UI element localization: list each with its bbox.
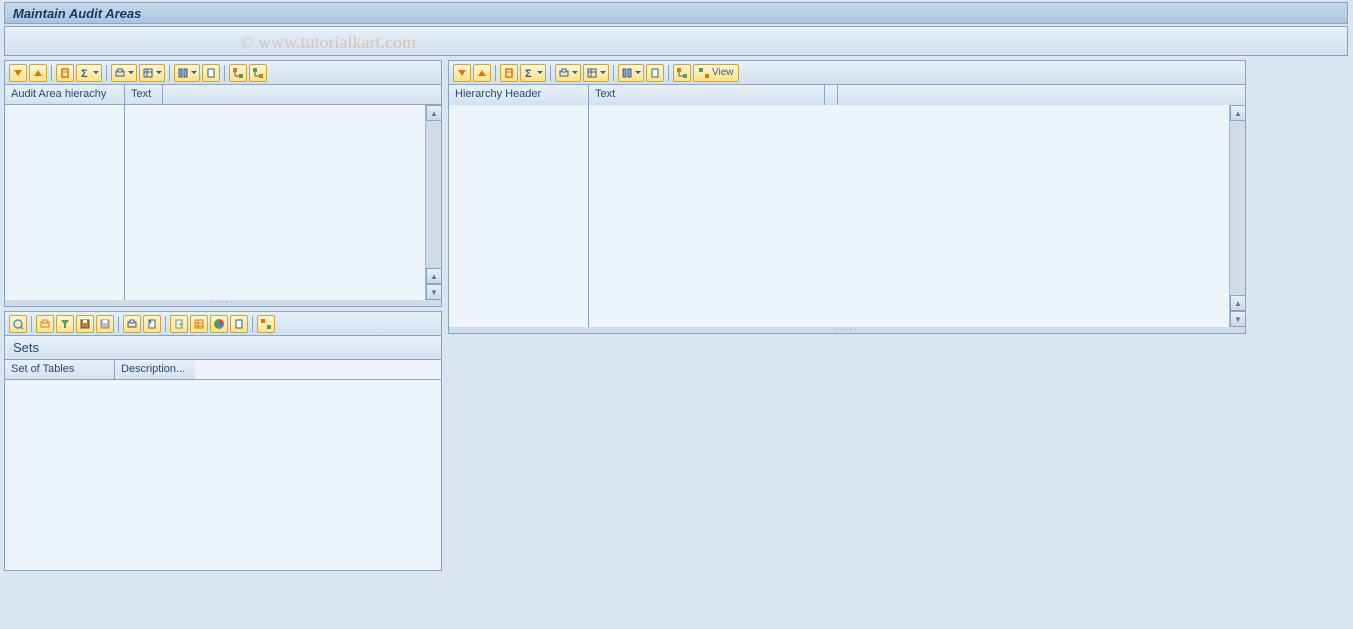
hier-left-button[interactable] (229, 64, 247, 82)
scroll-up2-icon[interactable]: ▲ (426, 268, 442, 284)
audit-area-column-headers: Audit Area hierachy Text (5, 85, 441, 105)
col-text[interactable]: Text (125, 85, 163, 104)
expand-all-button[interactable] (9, 64, 27, 82)
separator (550, 65, 551, 81)
title-bar: Maintain Audit Areas (4, 2, 1348, 24)
expand-all-button[interactable] (453, 64, 471, 82)
document-button[interactable] (646, 64, 664, 82)
splitter-handle[interactable]: ····· (449, 327, 1245, 333)
separator (51, 65, 52, 81)
separator (165, 316, 166, 332)
find-button[interactable] (500, 64, 518, 82)
scroll-up-icon[interactable]: ▲ (426, 105, 442, 121)
sum-button[interactable]: Σ (76, 64, 102, 82)
audit-area-toolbar: Σ (5, 61, 441, 85)
svg-text:Σ: Σ (525, 68, 532, 79)
hier-view-button[interactable]: View (693, 64, 739, 82)
sets-toolbar: + (5, 312, 441, 336)
col-audit-area-hier[interactable]: Audit Area hierachy (5, 85, 125, 104)
separator (118, 316, 119, 332)
layout-button[interactable] (583, 64, 609, 82)
col-narrow (825, 85, 838, 105)
vertical-scrollbar[interactable]: ▲ ▲ ▼ (425, 105, 441, 300)
column-button[interactable] (174, 64, 200, 82)
col-hierarchy-header[interactable]: Hierarchy Header (449, 85, 589, 105)
separator (224, 65, 225, 81)
data-col-1 (449, 105, 589, 327)
separator (668, 65, 669, 81)
view-label: View (712, 67, 734, 78)
hierarchy-data: ▲ ▲ ▼ (449, 105, 1245, 327)
document-button[interactable] (202, 64, 220, 82)
splitter-handle[interactable]: ····· (5, 300, 441, 306)
separator (495, 65, 496, 81)
separator (169, 65, 170, 81)
audit-area-data: ▲ ▲ ▼ (5, 105, 441, 300)
scroll-up2-icon[interactable]: ▲ (1230, 295, 1246, 311)
data-col-2 (589, 105, 1245, 327)
scroll-down-icon[interactable]: ▼ (1230, 311, 1246, 327)
hierarchy-panel: Σ View Hierarchy Header Text (448, 60, 1246, 334)
data-col-2 (125, 105, 441, 300)
separator (31, 316, 32, 332)
hier-right-button[interactable] (249, 64, 267, 82)
print-button[interactable] (555, 64, 581, 82)
export-button[interactable] (143, 315, 161, 333)
find-button[interactable] (56, 64, 74, 82)
svg-text:Σ: Σ (81, 68, 88, 79)
collapse-all-button[interactable] (473, 64, 491, 82)
save-variant-button[interactable] (96, 315, 114, 333)
application-toolbar (4, 26, 1348, 56)
filter-button[interactable] (56, 315, 74, 333)
sets-data (5, 380, 441, 570)
separator (613, 65, 614, 81)
sum-button[interactable]: Σ (520, 64, 546, 82)
sets-title: Sets (5, 336, 441, 360)
separator (252, 316, 253, 332)
sets-column-headers: Set of Tables Description... (5, 360, 441, 380)
scroll-down-icon[interactable]: ▼ (426, 284, 442, 300)
create-button[interactable]: + (170, 315, 188, 333)
layout-button[interactable] (139, 64, 165, 82)
print-button[interactable] (36, 315, 54, 333)
layout2-button[interactable] (257, 315, 275, 333)
separator (106, 65, 107, 81)
collapse-all-button[interactable] (29, 64, 47, 82)
col-text[interactable]: Text (589, 85, 825, 105)
grid-button[interactable] (190, 315, 208, 333)
graphic-button[interactable] (210, 315, 228, 333)
page-title: Maintain Audit Areas (13, 6, 141, 21)
audit-area-panel: Σ Audit Area hierachy Text ▲ (4, 60, 442, 307)
main-content: Σ Audit Area hierachy Text ▲ (0, 60, 1353, 575)
column-button[interactable] (618, 64, 644, 82)
export-print-button[interactable] (123, 315, 141, 333)
hierarchy-column-headers: Hierarchy Header Text (449, 85, 1245, 105)
document2-button[interactable] (230, 315, 248, 333)
data-col-1 (5, 105, 125, 300)
right-column: Σ View Hierarchy Header Text (448, 60, 1246, 575)
col-set-of-tables[interactable]: Set of Tables (5, 360, 115, 379)
vertical-scrollbar[interactable]: ▲ ▲ ▼ (1229, 105, 1245, 327)
hierarchy-toolbar: Σ View (449, 61, 1245, 85)
hier-left-button[interactable] (673, 64, 691, 82)
sets-panel: + Sets Set of Tables Description... (4, 311, 442, 571)
left-column: Σ Audit Area hierachy Text ▲ (4, 60, 442, 575)
col-spacer (195, 360, 441, 379)
print-button[interactable] (111, 64, 137, 82)
col-description[interactable]: Description... (115, 360, 195, 379)
save-button[interactable] (76, 315, 94, 333)
svg-text:+: + (178, 320, 183, 329)
col-spacer (838, 85, 1245, 105)
scroll-up-icon[interactable]: ▲ (1230, 105, 1246, 121)
details-button[interactable] (9, 315, 27, 333)
col-spacer (163, 85, 441, 104)
